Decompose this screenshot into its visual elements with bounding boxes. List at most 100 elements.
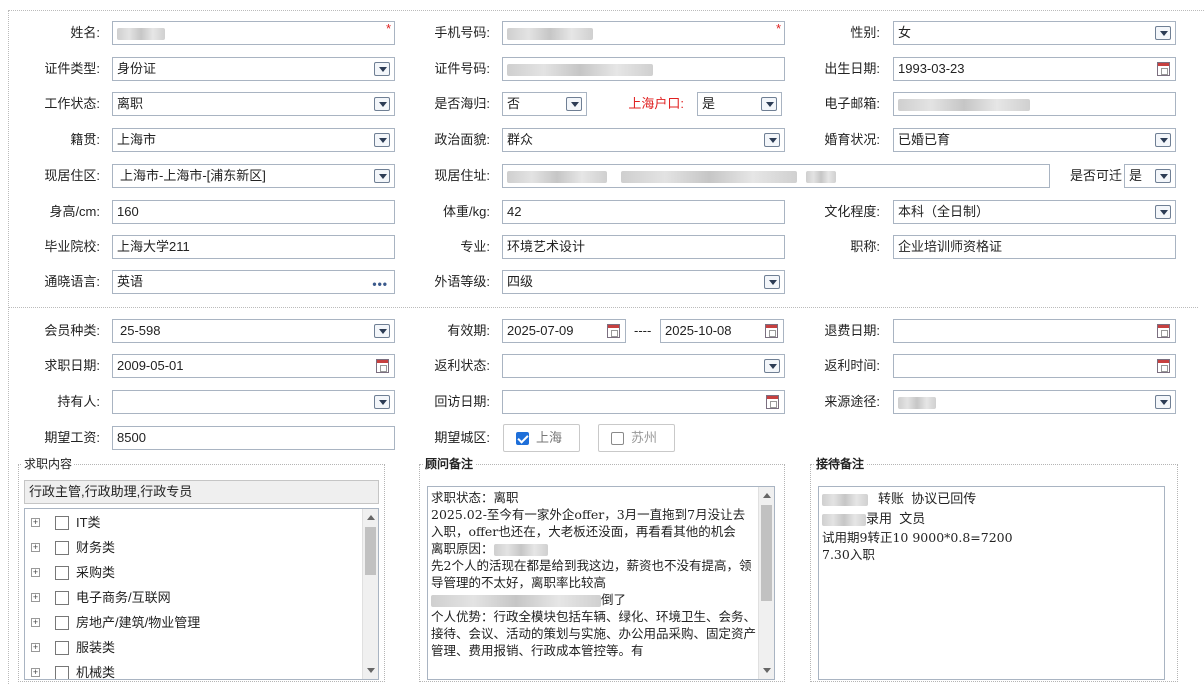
calendar-icon[interactable] [1157, 359, 1170, 373]
chevron-down-icon[interactable] [1155, 395, 1171, 409]
chevron-down-icon[interactable] [374, 97, 390, 111]
expand-plus-icon[interactable]: + [31, 568, 40, 577]
chevron-down-icon[interactable] [374, 62, 390, 76]
id-number-field[interactable] [502, 57, 785, 81]
native-place-select[interactable]: 上海市 [112, 128, 395, 152]
politics-select[interactable]: 群众 [502, 128, 785, 152]
scroll-thumb[interactable] [365, 527, 376, 575]
checkbox-unchecked-icon[interactable] [55, 541, 69, 555]
validity-to-field[interactable]: 2025-10-08 [660, 319, 784, 343]
title-field[interactable]: 企业培训师资格证 [893, 235, 1176, 259]
validity-to-value: 2025-10-08 [665, 323, 732, 338]
source-select[interactable] [893, 390, 1176, 414]
chevron-down-icon[interactable] [764, 275, 780, 289]
hukou-select[interactable]: 是 [697, 92, 782, 116]
scroll-down-icon[interactable] [763, 668, 771, 673]
expand-plus-icon[interactable]: + [31, 518, 40, 527]
chevron-down-icon[interactable] [1155, 205, 1171, 219]
chevron-down-icon[interactable] [374, 133, 390, 147]
work-status-select[interactable]: 离职 [112, 92, 395, 116]
chevron-down-icon[interactable] [764, 359, 780, 373]
residence-area-select[interactable]: 上海市-上海市-[浦东新区] [112, 164, 395, 188]
advisor-notes-textarea[interactable]: 求职状态：离职 2025.02-至今有一家外企offer，3月一直拖到7月没让去… [427, 486, 775, 680]
redacted-address-2 [620, 170, 797, 183]
language-field[interactable]: 英语 ••• [112, 270, 395, 294]
checkbox-checked-icon[interactable] [516, 432, 529, 445]
name-field[interactable]: * [112, 21, 395, 45]
expand-plus-icon[interactable]: + [31, 618, 40, 627]
education-select[interactable]: 本科（全日制） [893, 200, 1176, 224]
residence-address-field[interactable] [502, 164, 1050, 188]
school-field[interactable]: 上海大学211 [112, 235, 395, 259]
salary-field[interactable]: 8500 [112, 426, 395, 450]
scroll-up-icon[interactable] [763, 493, 771, 498]
calendar-icon[interactable] [607, 324, 620, 338]
chevron-down-icon[interactable] [374, 169, 390, 183]
checkbox-unchecked-icon[interactable] [611, 432, 624, 445]
weight-field[interactable]: 42 [502, 200, 785, 224]
job-category-tree[interactable]: + IT类 + 财务类 + 采购类 + 电子商务/互联网 + 房地产/建筑/物业… [24, 508, 379, 680]
expand-plus-icon[interactable]: + [31, 668, 40, 677]
chevron-down-icon[interactable] [764, 133, 780, 147]
checkbox-unchecked-icon[interactable] [55, 641, 69, 655]
calendar-icon[interactable] [765, 324, 778, 338]
city-option-shanghai[interactable]: 上海 [503, 424, 580, 452]
id-type-select[interactable]: 身份证 [112, 57, 395, 81]
gender-select[interactable]: 女 [893, 21, 1176, 45]
member-type-select[interactable]: 25-598 [112, 319, 395, 343]
visit-date-field[interactable] [502, 390, 785, 414]
label-native: 籍贯: [70, 132, 100, 147]
chevron-down-icon[interactable] [1155, 169, 1171, 183]
returnee-select[interactable]: 否 [502, 92, 587, 116]
chevron-down-icon[interactable] [761, 97, 777, 111]
expand-plus-icon[interactable]: + [31, 593, 40, 602]
marital-select[interactable]: 已婚已育 [893, 128, 1176, 152]
calendar-icon[interactable] [1157, 62, 1170, 76]
calendar-icon[interactable] [1157, 324, 1170, 338]
refund-date-field[interactable] [893, 319, 1176, 343]
job-date-field[interactable]: 2009-05-01 [112, 354, 395, 378]
major-field[interactable]: 环境艺术设计 [502, 235, 785, 259]
redacted-address-1 [507, 170, 607, 183]
checkbox-unchecked-icon[interactable] [55, 666, 69, 679]
scroll-up-icon[interactable] [367, 515, 375, 520]
rebate-time-field[interactable] [893, 354, 1176, 378]
email-field[interactable] [893, 92, 1176, 116]
rebate-status-select[interactable] [502, 354, 785, 378]
more-dots-icon[interactable]: ••• [372, 273, 388, 293]
scroll-down-icon[interactable] [367, 668, 375, 673]
expand-plus-icon[interactable]: + [31, 543, 40, 552]
checkbox-unchecked-icon[interactable] [55, 616, 69, 630]
phone-field[interactable]: * [502, 21, 785, 45]
chevron-down-icon[interactable] [566, 97, 582, 111]
scroll-thumb[interactable] [761, 505, 772, 601]
chevron-down-icon[interactable] [1155, 133, 1171, 147]
label-source: 来源途径: [824, 394, 880, 409]
height-field[interactable]: 160 [112, 200, 395, 224]
notes-scrollbar[interactable] [758, 487, 774, 679]
redacted-text [822, 513, 866, 526]
chevron-down-icon[interactable] [374, 324, 390, 338]
height-value: 160 [117, 204, 139, 219]
language-value: 英语 [117, 274, 144, 289]
lang-level-select[interactable]: 四级 [502, 270, 785, 294]
reception-notes-textarea[interactable]: 转账 协议已回传 录用 文员 试用期9转正10 9000*0.8=7200 7.… [818, 486, 1165, 680]
birth-date-field[interactable]: 1993-03-23 [893, 57, 1176, 81]
selected-jobs-field[interactable]: 行政主管,行政助理,行政专员 [24, 480, 379, 504]
validity-from-field[interactable]: 2025-07-09 [502, 319, 626, 343]
chevron-down-icon[interactable] [374, 395, 390, 409]
holder-select[interactable] [112, 390, 395, 414]
tree-scrollbar[interactable] [362, 509, 378, 679]
note-line: 先2个人的活现在都是给到我这边，薪资也不没有提高，领导管理的不太好，离职率比较高 [431, 558, 752, 590]
checkbox-unchecked-icon[interactable] [55, 591, 69, 605]
calendar-icon[interactable] [766, 395, 779, 409]
checkbox-unchecked-icon[interactable] [55, 516, 69, 530]
chevron-down-icon[interactable] [1155, 26, 1171, 40]
city-option-suzhou[interactable]: 苏州 [598, 424, 675, 452]
calendar-icon[interactable] [376, 359, 389, 373]
weight-value: 42 [507, 204, 522, 219]
relocate-select[interactable]: 是 [1124, 164, 1176, 188]
label-major: 专业: [460, 239, 490, 254]
checkbox-unchecked-icon[interactable] [55, 566, 69, 580]
expand-plus-icon[interactable]: + [31, 643, 40, 652]
